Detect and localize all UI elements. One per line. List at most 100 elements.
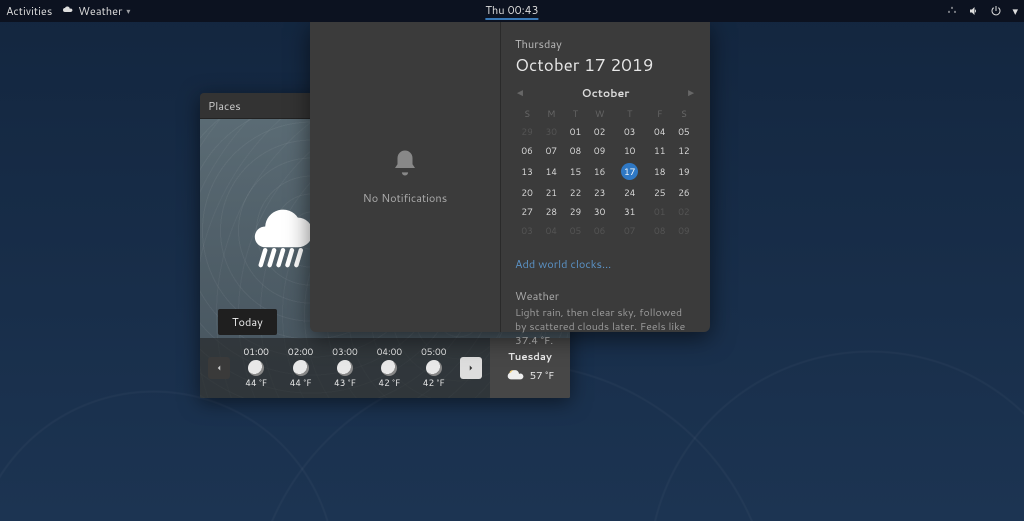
calendar-day[interactable]: 13 bbox=[515, 160, 539, 183]
calendar-day[interactable]: 17 bbox=[612, 160, 648, 183]
app-menu[interactable]: Weather ▾ bbox=[62, 3, 130, 19]
calendar-day[interactable]: 26 bbox=[672, 183, 696, 202]
calendar-day[interactable]: 07 bbox=[539, 141, 563, 160]
calendar-day[interactable]: 30 bbox=[539, 122, 563, 141]
weekday-head: F bbox=[648, 105, 672, 122]
calendar-day[interactable]: 29 bbox=[563, 202, 587, 221]
moon-icon bbox=[426, 360, 442, 376]
places-tab[interactable]: Places bbox=[208, 98, 241, 114]
calendar-day[interactable]: 09 bbox=[588, 141, 612, 160]
calendar-day[interactable]: 22 bbox=[563, 183, 587, 202]
caret-down-icon: ▾ bbox=[126, 5, 130, 17]
calendar-day[interactable]: 07 bbox=[612, 221, 648, 240]
weekday-head: S bbox=[515, 105, 539, 122]
hour-temp: 42 °F bbox=[377, 378, 402, 389]
calendar-day[interactable]: 30 bbox=[588, 202, 612, 221]
calendar-day[interactable]: 23 bbox=[588, 183, 612, 202]
today-label: Today bbox=[232, 314, 263, 330]
calendar-day[interactable]: 24 bbox=[612, 183, 648, 202]
calendar-day[interactable]: 29 bbox=[515, 122, 539, 141]
system-status-area[interactable]: ▾ bbox=[946, 3, 1018, 19]
calendar-day[interactable]: 27 bbox=[515, 202, 539, 221]
calendar-day[interactable]: 12 bbox=[672, 141, 696, 160]
hour-time: 05:00 bbox=[421, 347, 446, 358]
weather-app-icon bbox=[62, 5, 74, 17]
calendar-day[interactable]: 05 bbox=[672, 122, 696, 141]
weekday-head: S bbox=[672, 105, 696, 122]
volume-icon bbox=[968, 5, 980, 17]
calendar-day[interactable]: 10 bbox=[612, 141, 648, 160]
calendar-day[interactable]: 03 bbox=[612, 122, 648, 141]
hour-time: 04:00 bbox=[377, 347, 402, 358]
hour-cell: 01:00 44 °F bbox=[244, 347, 269, 389]
calendar-day[interactable]: 02 bbox=[672, 202, 696, 221]
next-month-button[interactable]: ► bbox=[686, 86, 696, 100]
notifications-pane: No Notifications bbox=[310, 22, 501, 332]
calendar-day[interactable]: 14 bbox=[539, 160, 563, 183]
calendar-day[interactable]: 06 bbox=[588, 221, 612, 240]
calendar-day[interactable]: 01 bbox=[648, 202, 672, 221]
calendar-day[interactable]: 21 bbox=[539, 183, 563, 202]
calendar-day[interactable]: 18 bbox=[648, 160, 672, 183]
weekday-head: W bbox=[588, 105, 612, 122]
hour-cell: 03:0043 °F bbox=[332, 347, 357, 389]
calendar-day[interactable]: 04 bbox=[648, 122, 672, 141]
clock-popover: No Notifications Thursday October 17 201… bbox=[310, 22, 710, 332]
moon-icon bbox=[381, 360, 397, 376]
calendar-day[interactable]: 08 bbox=[563, 141, 587, 160]
add-world-clocks-link[interactable]: Add world clocks… bbox=[515, 256, 696, 272]
calendar-day[interactable]: 04 bbox=[539, 221, 563, 240]
app-menu-label: Weather bbox=[78, 3, 122, 19]
weekday-head: T bbox=[563, 105, 587, 122]
hourly-next-button[interactable] bbox=[460, 357, 482, 379]
next-day-label: Tuesday bbox=[508, 350, 552, 364]
calendar-day[interactable]: 25 bbox=[648, 183, 672, 202]
calendar-day[interactable]: 08 bbox=[648, 221, 672, 240]
today-tab[interactable]: Today bbox=[218, 309, 277, 335]
calendar-day[interactable]: 06 bbox=[515, 141, 539, 160]
caret-down-icon: ▾ bbox=[1012, 3, 1018, 19]
weekday-head: M bbox=[539, 105, 563, 122]
bell-icon bbox=[390, 148, 420, 182]
hour-temp: 44 °F bbox=[244, 378, 269, 389]
weekday-label: Thursday bbox=[515, 36, 696, 52]
hour-cell: 02:00 44 °F bbox=[288, 347, 313, 389]
calendar-day[interactable]: 28 bbox=[539, 202, 563, 221]
calendar-day[interactable]: 15 bbox=[563, 160, 587, 183]
power-icon bbox=[990, 5, 1002, 17]
moon-icon bbox=[248, 360, 264, 376]
full-date-label: October 17 2019 bbox=[515, 53, 696, 77]
top-bar: Activities Weather ▾ Thu 00:43 ▾ bbox=[0, 0, 1024, 22]
weather-section-heading: Weather bbox=[515, 288, 696, 304]
prev-month-button[interactable]: ◄ bbox=[515, 86, 525, 100]
calendar-day[interactable]: 09 bbox=[672, 221, 696, 240]
calendar-day[interactable]: 19 bbox=[672, 160, 696, 183]
calendar-day[interactable]: 01 bbox=[563, 122, 587, 141]
month-name: October bbox=[582, 85, 630, 101]
hour-cell: 04:00 42 °F bbox=[377, 347, 402, 389]
calendar-day[interactable]: 31 bbox=[612, 202, 648, 221]
calendar-day[interactable]: 05 bbox=[563, 221, 587, 240]
calendar-grid[interactable]: SMTWTFS 29300102030405060708091011121314… bbox=[515, 105, 696, 240]
hour-temp: 44 °F bbox=[288, 378, 313, 389]
calendar-pane: Thursday October 17 2019 ◄ October ► SMT… bbox=[501, 22, 710, 332]
calendar-day[interactable]: 16 bbox=[588, 160, 612, 183]
hour-time: 01:00 bbox=[244, 347, 269, 358]
calendar-day[interactable]: 20 bbox=[515, 183, 539, 202]
weather-summary: Light rain, then clear sky, followed by … bbox=[515, 306, 696, 349]
no-notifications-label: No Notifications bbox=[363, 190, 447, 206]
partly-cloudy-icon bbox=[506, 366, 526, 386]
calendar-day[interactable]: 11 bbox=[648, 141, 672, 160]
hourly-prev-button[interactable] bbox=[208, 357, 230, 379]
calendar-day[interactable]: 03 bbox=[515, 221, 539, 240]
calendar-day[interactable]: 02 bbox=[588, 122, 612, 141]
hour-temp: 43 °F bbox=[332, 378, 357, 389]
hour-time: 02:00 bbox=[288, 347, 313, 358]
activities-button[interactable]: Activities bbox=[6, 3, 52, 19]
hour-temp: 42 °F bbox=[421, 378, 446, 389]
clock-label: Thu 00:43 bbox=[485, 2, 538, 18]
hour-cell: 05:00 42 °F bbox=[421, 347, 446, 389]
clock-button[interactable]: Thu 00:43 bbox=[485, 2, 538, 20]
moon-icon bbox=[293, 360, 309, 376]
network-icon bbox=[946, 5, 958, 17]
